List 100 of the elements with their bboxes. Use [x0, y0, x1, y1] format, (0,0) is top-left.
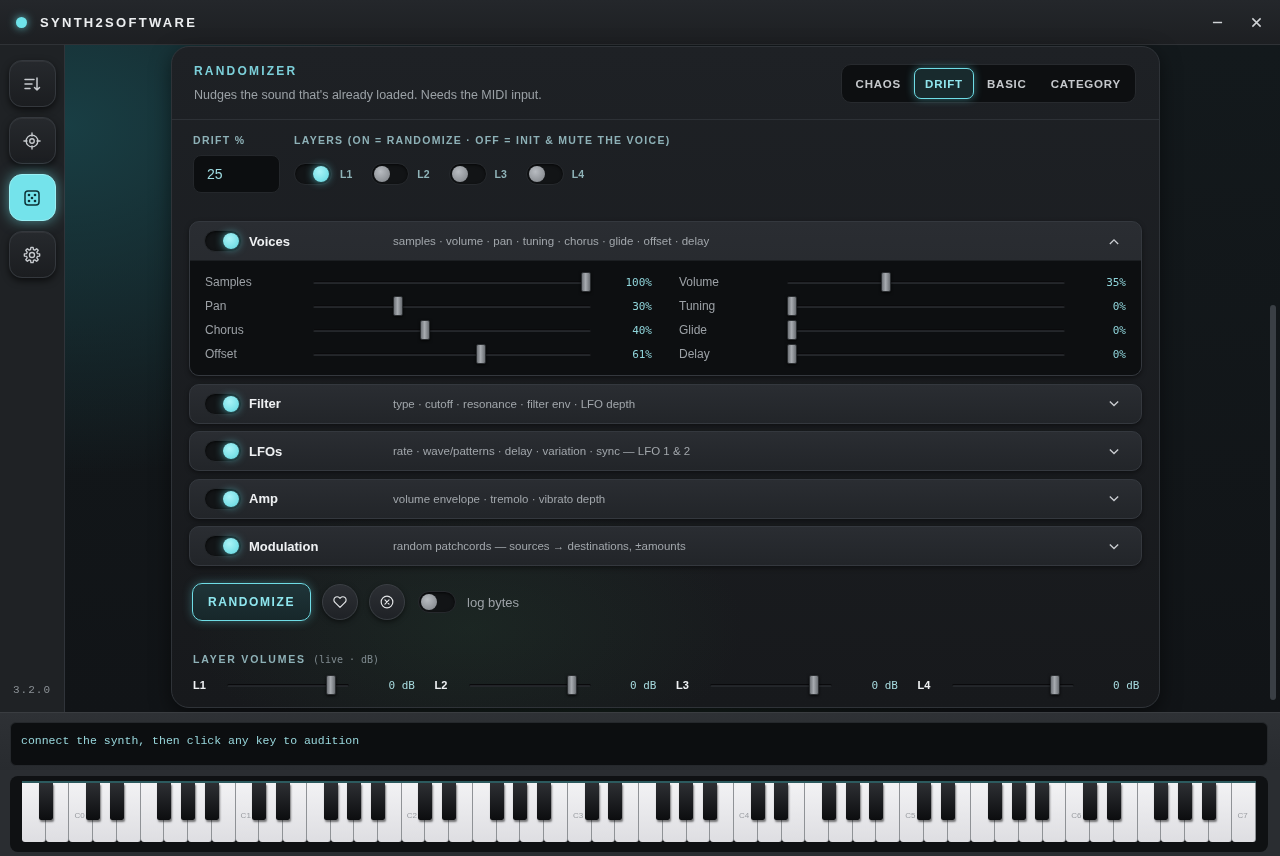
panel-title: RANDOMIZER [194, 64, 299, 78]
section-toggle[interactable] [204, 535, 242, 557]
param-label: Offset [205, 347, 238, 361]
layer-toggle[interactable] [371, 163, 410, 185]
slider-track[interactable] [227, 674, 349, 696]
section-name: LFOs [249, 443, 284, 459]
section-description: type · cutoff · resonance · filter env · LFO depth [393, 397, 637, 410]
param-label: Delay [679, 347, 711, 361]
layer-label: L1 [193, 679, 207, 691]
slider-thumb[interactable] [325, 675, 336, 695]
dice-icon [23, 188, 41, 207]
version-label: 3.2.0 [13, 684, 51, 696]
section-name: Voices [249, 233, 291, 249]
slider-thumb[interactable] [787, 320, 797, 340]
slider-thumb[interactable] [567, 675, 578, 695]
clear-button[interactable] [369, 584, 406, 620]
slider-track[interactable] [787, 295, 1065, 317]
drift-label: DRIFT % [193, 134, 247, 146]
slider-thumb[interactable] [393, 296, 404, 316]
section-description: samples · volume · pan · tuning · chorus · glide · offset · delay [393, 235, 711, 247]
section-name: Amp [249, 491, 279, 506]
param-label: Pan [205, 299, 228, 313]
slider-track[interactable] [468, 674, 591, 696]
settings-icon [23, 245, 41, 264]
layers-label: LAYERS (ON = RANDOMIZE · OFF = INIT & MUTE THE VOICE) [294, 134, 671, 146]
slider-thumb[interactable] [787, 296, 797, 316]
volume-value: 0 dB [629, 678, 657, 692]
log-toggle[interactable] [418, 591, 457, 613]
chevron-down-icon[interactable] [1109, 447, 1119, 455]
layer-toggle[interactable] [448, 163, 487, 185]
chevron-down-icon[interactable] [1109, 400, 1119, 407]
slider-track[interactable] [313, 343, 591, 365]
scrollbar-thumb[interactable] [1270, 305, 1276, 700]
slider-track[interactable] [787, 343, 1065, 365]
slider-track[interactable] [787, 319, 1065, 341]
layer-volumes-title: LAYER VOLUMES [193, 653, 306, 665]
section-toggle[interactable] [204, 392, 242, 415]
param-value: 0% [1111, 323, 1126, 337]
close-icon[interactable] [1251, 16, 1262, 28]
param-value: 40% [631, 323, 652, 337]
param-value: 35% [1105, 275, 1126, 289]
sidebar-button[interactable] [8, 60, 56, 107]
section-toggle[interactable] [204, 487, 242, 510]
layer-label: L4 [917, 679, 932, 691]
section-toggle[interactable] [204, 440, 242, 462]
section-name: Modulation [249, 538, 320, 554]
section-description: random patchcords — sources → destinations, ±amounts [393, 540, 687, 552]
slider-track[interactable] [710, 674, 832, 696]
volume-value: 0 dB [870, 678, 898, 692]
status-message: connect the synth, then click any key to audition [21, 734, 360, 747]
app-title: SYNTH2SOFTWARE [40, 14, 198, 30]
layer-toggle[interactable] [294, 163, 332, 185]
heart-icon [333, 595, 348, 609]
volume-value: 0 dB [1112, 678, 1140, 692]
slider-thumb[interactable] [420, 320, 431, 340]
sidebar-button[interactable] [8, 231, 56, 278]
section-description: rate · wave/patterns · delay · variation · sync — LFO 1 & 2 [393, 445, 692, 457]
favorite-button[interactable] [322, 584, 359, 620]
mode-tab[interactable]: CATEGORY [1039, 68, 1132, 99]
param-value: 30% [631, 299, 652, 313]
layer-toggle[interactable] [525, 163, 564, 185]
chevron-down-icon[interactable] [1109, 542, 1119, 550]
section-toggle[interactable] [204, 230, 242, 252]
param-label: Volume [679, 275, 721, 289]
param-label: Tuning [679, 299, 717, 313]
layer-label: L1 [340, 168, 353, 180]
slider-track[interactable] [313, 295, 591, 317]
slider-thumb[interactable] [1050, 675, 1061, 695]
param-label: Glide [679, 323, 708, 337]
volume-value: 0 dB [387, 678, 415, 692]
slider-track[interactable] [313, 271, 591, 293]
slider-thumb[interactable] [808, 675, 819, 695]
x-circle-icon [380, 595, 395, 609]
slider-track[interactable] [313, 319, 591, 341]
layer-label: L2 [417, 168, 430, 180]
param-value: 61% [631, 347, 652, 361]
panel-subtitle: Nudges the sound that's already loaded. Needs the MIDI input. [194, 87, 542, 103]
section-description: volume envelope · tremolo · vibrato depth [393, 492, 607, 505]
drift-input[interactable]: 25 [193, 155, 280, 193]
slider-track[interactable] [951, 674, 1074, 696]
logo-dot-icon [16, 16, 27, 28]
chevron-up-icon[interactable] [1109, 237, 1119, 245]
mode-tab[interactable]: DRIFT [914, 68, 974, 99]
slider-thumb[interactable] [787, 344, 797, 364]
mode-tab[interactable]: BASIC [975, 68, 1038, 99]
layer-label: L3 [676, 679, 690, 691]
sidebar-button[interactable] [8, 117, 56, 164]
layer-label: L3 [494, 168, 507, 180]
mode-tab[interactable]: CHAOS [844, 68, 913, 99]
slider-thumb[interactable] [476, 344, 487, 364]
section-name: Filter [249, 396, 282, 411]
slider-thumb[interactable] [880, 272, 891, 292]
chevron-down-icon[interactable] [1109, 495, 1119, 502]
slider-track[interactable] [787, 271, 1065, 293]
randomize-button[interactable]: RANDOMIZE [192, 583, 312, 621]
slider-thumb[interactable] [581, 272, 591, 292]
param-label: Samples [205, 275, 253, 289]
param-value: 0% [1111, 299, 1126, 313]
log-label: log bytes [467, 594, 520, 610]
param-label: Chorus [205, 323, 245, 337]
